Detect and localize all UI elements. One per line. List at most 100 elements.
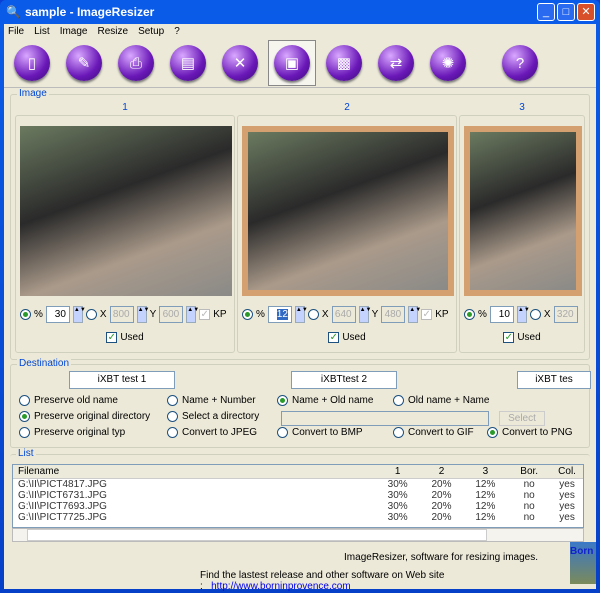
option-radio[interactable]	[19, 411, 30, 422]
percent-input[interactable]: 30	[45, 306, 70, 323]
select-directory-button[interactable]: Select	[499, 411, 545, 426]
file-list[interactable]: Filename 1 2 3 Bor. Col. G:\II\PICT4817.JPG 30…	[12, 464, 584, 528]
used-checkbox[interactable]: ✓	[503, 332, 515, 343]
toolbar-button[interactable]: ▩	[320, 40, 368, 86]
destination-option[interactable]: Preserve old name	[19, 395, 118, 406]
percent-radio[interactable]	[242, 309, 253, 320]
toolbar-button[interactable]: ▣	[268, 40, 316, 86]
option-radio[interactable]	[393, 395, 404, 406]
y-spinner[interactable]: ▲▼	[408, 306, 421, 323]
column-header[interactable]: Col.	[551, 465, 583, 478]
toolbar-button[interactable]: ⎙	[112, 40, 160, 86]
percent-spinner[interactable]: ▲▼	[516, 306, 530, 323]
column-header[interactable]: 2	[420, 465, 464, 478]
x-input[interactable]: 320	[553, 306, 578, 323]
option-radio[interactable]	[19, 427, 30, 438]
image-preview[interactable]	[242, 126, 454, 296]
keep-proportion-checkbox[interactable]: ✓	[421, 309, 433, 320]
size-radio[interactable]	[307, 309, 319, 320]
image-preview[interactable]	[464, 126, 582, 296]
destination-name-1[interactable]: iXBT test 1	[69, 371, 175, 389]
table-cell: no	[523, 501, 535, 512]
menu-setup[interactable]: Setup	[138, 26, 164, 37]
destination-option[interactable]: Preserve original typ	[19, 427, 125, 438]
image-panel: 1% 30 ▲▼ X 800 ▲▼ Y 600 ▲▼ ✓ KP ✓ Used	[15, 102, 235, 353]
menu-help[interactable]: ?	[174, 26, 180, 37]
y-spinner[interactable]: ▲▼	[186, 306, 199, 323]
option-radio[interactable]	[167, 395, 178, 406]
app-icon: 🔍	[6, 5, 21, 19]
toolbar-button[interactable]: ✺	[424, 40, 472, 86]
column-header[interactable]: Bor.	[507, 465, 551, 478]
toolbar-button[interactable]: ▯	[8, 40, 56, 86]
option-radio[interactable]	[19, 395, 30, 406]
option-radio[interactable]	[487, 427, 498, 438]
destination-name-2[interactable]: iXBTtest 2	[291, 371, 397, 389]
born-logo[interactable]: Born	[570, 542, 596, 584]
directory-path-field[interactable]	[281, 411, 489, 426]
percent-spinner[interactable]: ▲▼	[72, 306, 86, 323]
table-row[interactable]: G:\II\PICT4817.JPG 30% 20% 12% no yes	[13, 479, 583, 490]
column-header[interactable]: Filename	[13, 465, 376, 478]
destination-option[interactable]: Convert to JPEG	[167, 427, 257, 438]
destination-option[interactable]: Convert to PNG	[487, 427, 573, 438]
destination-option[interactable]: Convert to GIF	[393, 427, 474, 438]
option-radio[interactable]	[167, 411, 178, 422]
toolbar-button[interactable]: ✕	[216, 40, 264, 86]
option-label: Name + Old name	[292, 395, 374, 406]
maximize-button[interactable]: □	[557, 3, 575, 21]
image-preview[interactable]	[20, 126, 232, 296]
table-row[interactable]: G:\II\PICT7725.JPG 30% 20% 12% no yes	[13, 512, 583, 523]
toolbar-button[interactable]: ?	[496, 40, 544, 86]
website-link[interactable]: http://www.borninprovence.com	[211, 581, 351, 592]
minimize-button[interactable]: _	[537, 3, 555, 21]
percent-radio[interactable]	[464, 309, 475, 320]
column-header[interactable]: 3	[463, 465, 507, 478]
window-title: sample - ImageResizer	[24, 5, 155, 19]
percent-radio[interactable]	[20, 309, 31, 320]
destination-option[interactable]: Name + Old name	[277, 395, 373, 406]
table-cell: 12%	[475, 512, 496, 523]
toolbar-button[interactable]: ✎	[60, 40, 108, 86]
panel-number: 1	[122, 102, 128, 113]
x-input[interactable]: 800	[109, 306, 134, 323]
table-row[interactable]: G:\II\PICT6731.JPG 30% 20% 12% no yes	[13, 490, 583, 501]
horizontal-scrollbar[interactable]	[12, 528, 584, 542]
y-input[interactable]: 600	[159, 306, 184, 323]
toolbar-button[interactable]: ▤	[164, 40, 212, 86]
menu-resize[interactable]: Resize	[97, 26, 128, 37]
table-cell: 30%	[387, 479, 408, 490]
menu-image[interactable]: Image	[60, 26, 88, 37]
table-row[interactable]: G:\II\PICT7693.JPG 30% 20% 12% no yes	[13, 501, 583, 512]
size-radio[interactable]	[529, 309, 541, 320]
option-radio[interactable]	[167, 427, 178, 438]
menu-file[interactable]: File	[8, 26, 24, 37]
destination-name-3[interactable]: iXBT tes	[517, 371, 591, 389]
destination-option[interactable]: Old name + Name	[393, 395, 489, 406]
option-radio[interactable]	[277, 395, 288, 406]
destination-option[interactable]: Preserve original directory	[19, 411, 150, 422]
option-radio[interactable]	[393, 427, 404, 438]
destination-option[interactable]: Select a directory	[167, 411, 259, 422]
percent-input[interactable]: 10	[489, 306, 514, 323]
x-spinner[interactable]: ▲▼	[358, 306, 371, 323]
y-input[interactable]: 480	[381, 306, 406, 323]
keep-proportion-checkbox[interactable]: ✓	[199, 309, 211, 320]
menu-list[interactable]: List	[34, 26, 50, 37]
option-label: Old name + Name	[408, 395, 490, 406]
x-input[interactable]: 640	[331, 306, 356, 323]
size-radio[interactable]	[85, 309, 97, 320]
destination-option[interactable]: Convert to BMP	[277, 427, 363, 438]
column-header[interactable]: 1	[376, 465, 420, 478]
percent-input[interactable]: 12	[267, 306, 292, 323]
option-radio[interactable]	[277, 427, 288, 438]
close-button[interactable]: ✕	[577, 3, 595, 21]
used-label: Used	[120, 332, 144, 343]
toolbar-button[interactable]: ⇄	[372, 40, 420, 86]
used-checkbox[interactable]: ✓	[106, 332, 118, 343]
used-checkbox[interactable]: ✓	[328, 332, 340, 343]
destination-option[interactable]: Name + Number	[167, 395, 256, 406]
x-spinner[interactable]: ▲▼	[136, 306, 149, 323]
percent-spinner[interactable]: ▲▼	[294, 306, 308, 323]
table-cell: 20%	[431, 512, 452, 523]
